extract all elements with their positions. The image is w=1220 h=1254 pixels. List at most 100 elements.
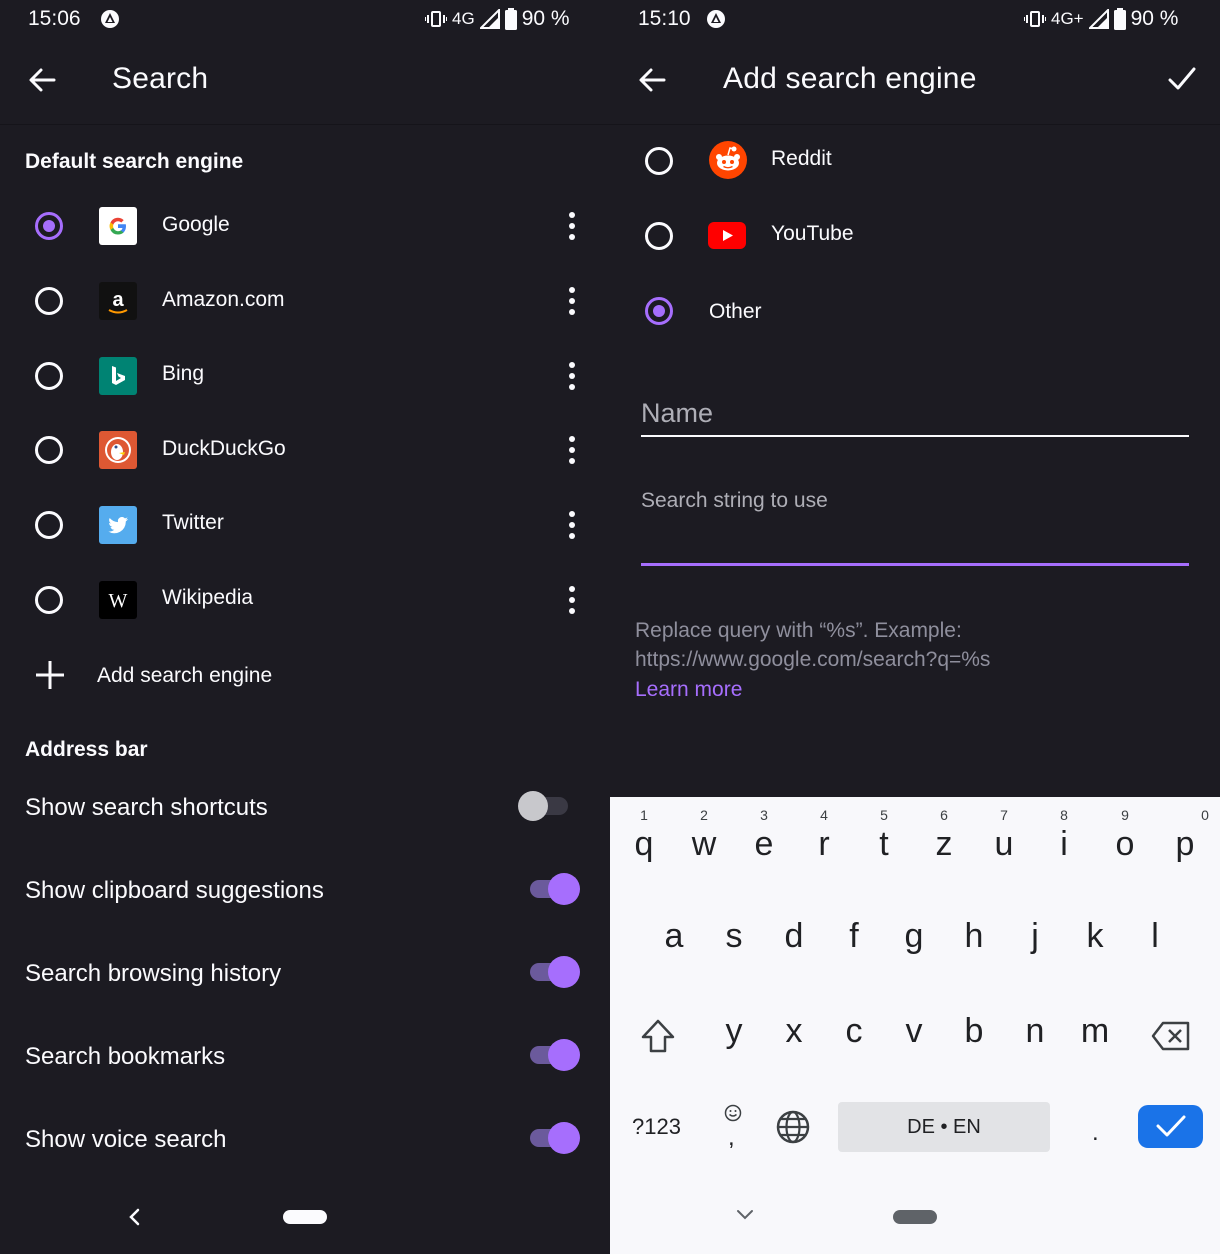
battery-icon [1113,8,1126,30]
key-z[interactable]: 6z [914,797,974,867]
key-b[interactable]: b [944,992,1004,1062]
setting-label: Search browsing history [25,960,282,987]
search-settings-screen: 15:06 4G 90 % Search Default search engi… [0,0,610,1254]
key-w[interactable]: 2w [674,797,734,867]
radio-twitter[interactable] [35,511,63,539]
key-s[interactable]: s [704,897,764,967]
vibrate-icon [425,11,447,27]
search-string-underline [641,563,1189,566]
period-key[interactable]: . [1092,1119,1099,1147]
key-a[interactable]: a [644,897,704,967]
page-title: Search [112,62,209,95]
globe-icon[interactable] [776,1110,810,1144]
status-time: 15:10 [638,7,691,30]
radio-youtube[interactable] [645,222,673,250]
back-arrow-icon[interactable] [638,66,666,94]
youtube-icon [708,222,746,249]
section-header-default-engine: Default search engine [25,150,244,173]
more-options-icon[interactable] [568,212,576,242]
save-check-icon[interactable] [1168,66,1196,92]
radio-duckduckgo[interactable] [35,436,63,464]
more-options-icon[interactable] [568,287,576,317]
engine-label: DuckDuckGo [162,437,286,460]
setting-label: Show voice search [25,1126,227,1153]
status-indicators: 4G+ 90 % [1024,7,1178,31]
enter-check-icon [1156,1115,1186,1137]
key-n[interactable]: n [1005,992,1065,1062]
emoji-icon [724,1104,742,1122]
help-text-line1: Replace query with “%s”. Example: [635,619,962,642]
radio-bing[interactable] [35,362,63,390]
clipboard-suggestions-toggle[interactable] [530,871,580,907]
setting-label: Show search shortcuts [25,794,268,821]
key-e[interactable]: 3e [734,797,794,867]
nav-home-pill[interactable] [283,1210,327,1224]
engine-label: Bing [162,362,205,385]
radio-other[interactable] [645,297,673,325]
key-m[interactable]: m [1065,992,1125,1062]
symbols-key[interactable]: ?123 [632,1114,681,1140]
name-placeholder: Name [641,398,714,428]
setting-label: Search bookmarks [25,1043,226,1070]
engine-label: Google [162,213,230,236]
network-type: 4G+ [1051,9,1084,28]
backspace-icon[interactable] [1151,1021,1191,1051]
twitter-icon [99,506,137,544]
add-search-engine-screen: 15:10 4G+ 90 % Add search engine Reddit … [610,0,1220,1254]
bookmarks-toggle[interactable] [530,1037,580,1073]
key-d[interactable]: d [764,897,824,967]
browsing-history-toggle[interactable] [530,954,580,990]
key-t[interactable]: 5t [854,797,914,867]
key-p[interactable]: 0p [1155,797,1215,867]
more-options-icon[interactable] [568,362,576,392]
key-v[interactable]: v [884,992,944,1062]
more-options-icon[interactable] [568,586,576,616]
key-k[interactable]: k [1065,897,1125,967]
option-label: Other [709,300,762,323]
nav-back-icon[interactable] [127,1207,143,1227]
svg-text:W: W [109,590,128,612]
key-x[interactable]: x [764,992,824,1062]
comma-label: , [728,1124,735,1151]
radio-amazon[interactable] [35,287,63,315]
key-u[interactable]: 7u [974,797,1034,867]
vibrate-icon [1024,11,1046,27]
hide-keyboard-icon[interactable] [736,1209,754,1221]
section-header-address-bar: Address bar [25,738,148,761]
radio-reddit[interactable] [645,147,673,175]
enter-key[interactable] [1138,1105,1203,1148]
engine-label: Wikipedia [162,586,254,609]
nav-home-pill[interactable] [893,1210,937,1224]
back-arrow-icon[interactable] [28,66,56,94]
space-key[interactable]: DE • EN [838,1102,1050,1152]
key-q[interactable]: 1q [614,797,674,867]
key-r[interactable]: 4r [794,797,854,867]
plus-icon [36,661,64,689]
radio-google[interactable] [35,212,63,240]
key-j[interactable]: j [1005,897,1065,967]
keyboard: 1q 2w 3e 4r 5t 6z 7u 8i 9o 0p a s d f g … [610,797,1220,1254]
bing-icon [99,357,137,395]
page-title: Add search engine [723,62,977,95]
shift-icon[interactable] [640,1019,676,1053]
key-c[interactable]: c [824,992,884,1062]
voice-search-toggle[interactable] [530,1120,580,1156]
search-shortcuts-toggle[interactable] [518,788,568,824]
key-h[interactable]: h [944,897,1004,967]
key-i[interactable]: 8i [1034,797,1094,867]
status-time: 15:06 [28,7,81,30]
key-y[interactable]: y [704,992,764,1062]
key-o[interactable]: 9o [1095,797,1155,867]
app-notification-icon [707,10,725,28]
google-icon [99,207,137,245]
key-f[interactable]: f [824,897,884,967]
key-g[interactable]: g [884,897,944,967]
name-underline [641,435,1189,437]
more-options-icon[interactable] [568,511,576,541]
learn-more-link[interactable]: Learn more [635,678,742,702]
more-options-icon[interactable] [568,436,576,466]
radio-wikipedia[interactable] [35,586,63,614]
option-label: Reddit [771,147,832,170]
key-l[interactable]: l [1125,897,1185,967]
option-label: YouTube [771,222,854,245]
